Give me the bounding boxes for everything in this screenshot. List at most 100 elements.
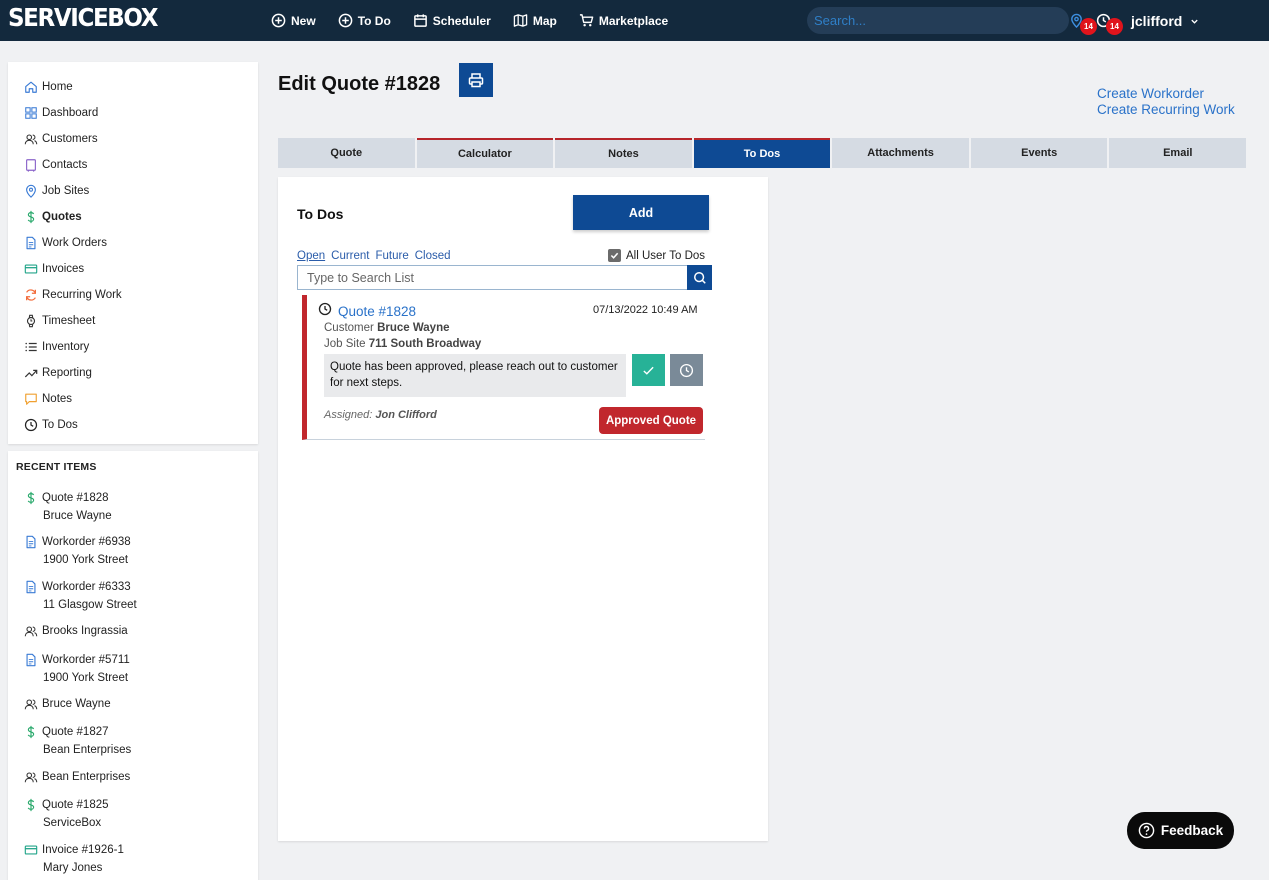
recent-item-title: Quote #1825 <box>42 799 109 811</box>
nav-map[interactable]: Map <box>513 13 557 28</box>
all-users-toggle: All User To Dos <box>608 249 705 262</box>
tab-quote[interactable]: Quote <box>278 138 415 168</box>
search-icon <box>693 271 706 284</box>
todo-quote-link[interactable]: Quote #1828 <box>338 304 416 319</box>
sidebar-item-timesheet[interactable]: Timesheet <box>8 308 258 334</box>
map-icon <box>513 14 528 27</box>
sidebar-item-label: Timesheet <box>42 315 96 327</box>
nav-scheduler[interactable]: Scheduler <box>413 13 491 28</box>
recent-item[interactable]: Quote #1827 Bean Enterprises <box>24 725 131 756</box>
sidebar-item-home[interactable]: Home <box>8 74 258 100</box>
snooze-todo-button[interactable] <box>670 354 703 386</box>
dollar-icon <box>27 725 35 739</box>
plus-circle-icon <box>271 13 286 28</box>
recent-item[interactable]: Bruce Wayne <box>24 697 111 711</box>
recent-item-title: Workorder #6333 <box>42 581 131 593</box>
tab-todos[interactable]: To Dos <box>693 138 831 168</box>
jobsite-label: Job Site <box>324 338 366 350</box>
clock-badge: 14 <box>1106 18 1123 35</box>
list-icon <box>25 342 37 352</box>
recent-item-subtitle: 11 Glasgow Street <box>43 599 137 611</box>
filter-current[interactable]: Current <box>331 250 369 262</box>
assigned-label: Assigned: <box>324 409 373 421</box>
sidebar-item-inventory[interactable]: Inventory <box>8 334 258 360</box>
check-icon <box>610 252 619 259</box>
sidebar-item-invoices[interactable]: Invoices <box>8 256 258 282</box>
tab-events[interactable]: Events <box>970 138 1108 168</box>
recent-item[interactable]: Quote #1828 Bruce Wayne <box>24 491 112 522</box>
todo-search-input[interactable] <box>297 265 687 290</box>
global-search-input[interactable] <box>807 7 1069 34</box>
sidebar-item-recurring-work[interactable]: Recurring Work <box>8 282 258 308</box>
sidebar-item-contacts[interactable]: Contacts <box>8 152 258 178</box>
clock-icon <box>679 363 694 377</box>
filter-open[interactable]: Open <box>297 250 325 262</box>
recent-item-title: Workorder #5711 <box>42 654 130 666</box>
filter-closed[interactable]: Closed <box>415 250 451 262</box>
filter-future[interactable]: Future <box>376 250 409 262</box>
app-logo[interactable]: SERVICEBOX <box>8 3 159 32</box>
tab-calculator[interactable]: Calculator <box>416 138 554 168</box>
tab-attachments[interactable]: Attachments <box>832 138 969 168</box>
print-button[interactable] <box>459 63 493 97</box>
action-links: Create Workorder Create Recurring Work <box>1097 86 1235 118</box>
recent-items-panel: RECENT ITEMS Quote #1828 Bruce Wayne Worko… <box>8 451 258 880</box>
tab-email[interactable]: Email <box>1109 138 1247 168</box>
plus-circle-icon <box>338 13 353 28</box>
recent-item[interactable]: Invoice #1926-1 Mary Jones <box>24 843 124 874</box>
watch-icon <box>26 314 36 328</box>
username: jclifford <box>1131 13 1183 29</box>
sidebar-item-notes[interactable]: Notes <box>8 386 258 412</box>
add-todo-button[interactable]: Add <box>573 195 709 230</box>
recent-item[interactable]: Workorder #6938 1900 York Street <box>24 535 131 566</box>
cart-icon <box>579 14 594 27</box>
sidebar-item-job-sites[interactable]: Job Sites <box>8 178 258 204</box>
recent-item-subtitle: ServiceBox <box>43 817 102 829</box>
todo-search-button[interactable] <box>687 265 712 290</box>
recent-item-subtitle: Bean Enterprises <box>43 744 132 756</box>
create-workorder-link[interactable]: Create Workorder <box>1097 86 1235 102</box>
recent-item[interactable]: Bean Enterprises <box>24 770 130 784</box>
sidebar-item-dashboard[interactable]: Dashboard <box>8 100 258 126</box>
document-icon <box>26 236 36 250</box>
sidebar-item-work-orders[interactable]: Work Orders <box>8 230 258 256</box>
nav-new-label: New <box>291 13 316 28</box>
recent-item-title: Brooks Ingrassia <box>42 625 128 637</box>
nav-todo-label: To Do <box>357 13 391 28</box>
feedback-button[interactable]: Feedback <box>1127 812 1234 849</box>
todo-jobsite: Job Site 711 South Broadway <box>324 338 481 350</box>
users-icon <box>24 134 38 145</box>
sidebar-item-label: Home <box>42 81 73 93</box>
user-menu[interactable]: jclifford <box>1131 13 1199 29</box>
todo-assigned: Assigned: Jon Clifford <box>324 409 437 421</box>
grid-icon <box>25 107 37 119</box>
chevron-down-icon <box>1191 19 1199 24</box>
map-pin-icon <box>26 184 36 198</box>
recent-item[interactable]: Quote #1825 ServiceBox <box>24 798 109 829</box>
sidebar-item-customers[interactable]: Customers <box>8 126 258 152</box>
sidebar-item-label: Reporting <box>42 367 92 379</box>
all-users-label: All User To Dos <box>626 249 706 262</box>
create-recurring-work-link[interactable]: Create Recurring Work <box>1097 102 1235 118</box>
recent-item[interactable]: Workorder #5711 1900 York Street <box>24 653 130 684</box>
sidebar-item-to-dos[interactable]: To Dos <box>8 412 258 438</box>
tab-bar: Quote Calculator Notes To Dos Attachment… <box>278 138 1247 168</box>
nav-marketplace[interactable]: Marketplace <box>579 13 668 28</box>
tab-notes[interactable]: Notes <box>555 138 692 168</box>
top-nav: New To Do Scheduler Map Marketplace <box>271 0 668 41</box>
sidebar-item-quotes[interactable]: Quotes <box>8 204 258 230</box>
page-title: Edit Quote #1828 <box>278 73 441 95</box>
sidebar-item-label: Contacts <box>42 159 88 171</box>
todo-filters: Open Current Future Closed <box>297 250 451 262</box>
recent-item-title: Workorder #6938 <box>42 536 131 548</box>
sidebar-item-reporting[interactable]: Reporting <box>8 360 258 386</box>
nav-new[interactable]: New <box>271 13 316 28</box>
recent-item[interactable]: Workorder #6333 11 Glasgow Street <box>24 580 137 611</box>
recent-item-title: Quote #1827 <box>42 726 109 738</box>
recent-item[interactable]: Brooks Ingrassia <box>24 624 128 638</box>
nav-todo[interactable]: To Do <box>338 13 391 28</box>
dollar-icon <box>27 798 35 812</box>
all-users-checkbox[interactable] <box>608 249 621 262</box>
complete-todo-button[interactable] <box>632 354 665 386</box>
approved-quote-tag[interactable]: Approved Quote <box>599 407 703 434</box>
